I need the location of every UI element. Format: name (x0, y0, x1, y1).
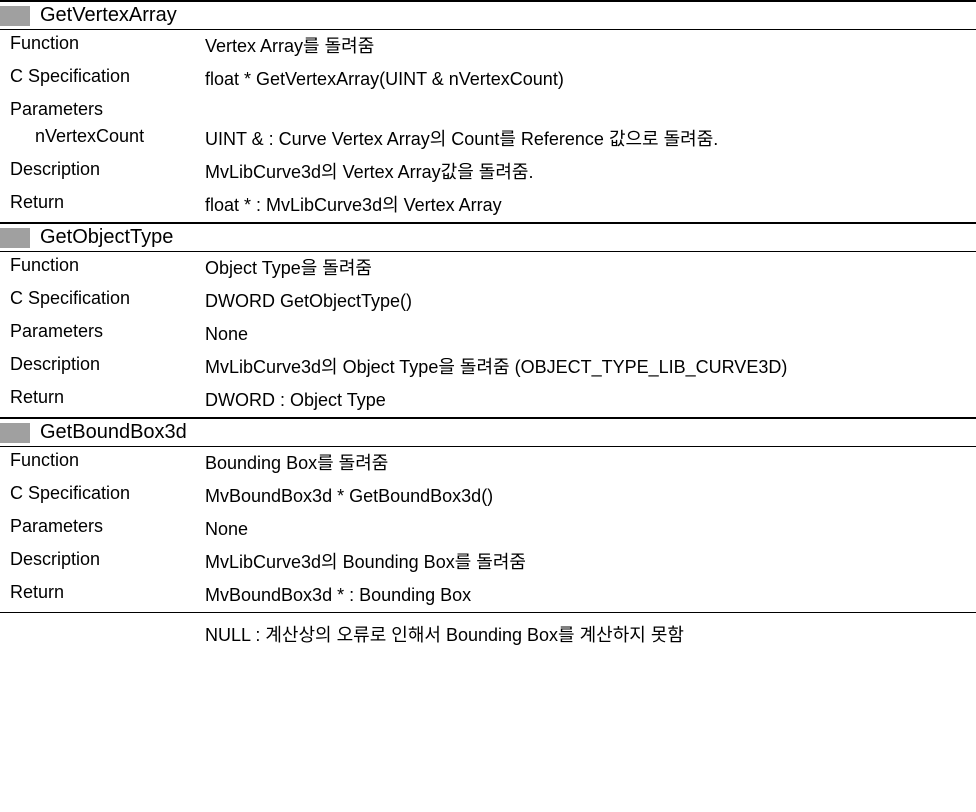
row-value: NULL : 계산상의 오류로 인해서 Bounding Box를 계산하지 못… (205, 622, 976, 649)
row-label: Parameters (10, 321, 205, 342)
doc-row: Function Vertex Array를 돌려줌 (0, 30, 976, 63)
doc-row: Return MvBoundBox3d * : Bounding Box (0, 579, 976, 613)
doc-row: C Specification float * GetVertexArray(U… (0, 63, 976, 96)
doc-row: Parameters (0, 96, 976, 123)
doc-row: Return DWORD : Object Type (0, 384, 976, 417)
row-label: C Specification (10, 66, 205, 87)
doc-row: Function Object Type을 돌려줌 (0, 252, 976, 285)
section-header-getobjecttype: GetObjectType (0, 222, 976, 252)
section-title: GetVertexArray (40, 4, 177, 27)
row-value: None (205, 321, 976, 348)
row-value: MvBoundBox3d * GetBoundBox3d() (205, 483, 976, 510)
section-title: GetObjectType (40, 226, 173, 249)
row-value: Bounding Box를 돌려줌 (205, 450, 976, 477)
doc-row: NULL : 계산상의 오류로 인해서 Bounding Box를 계산하지 못… (0, 619, 976, 652)
row-label: Description (10, 354, 205, 375)
row-value: Object Type을 돌려줌 (205, 255, 976, 282)
row-value: DWORD GetObjectType() (205, 288, 976, 315)
doc-row: Description MvLibCurve3d의 Object Type을 돌… (0, 351, 976, 384)
doc-row: Function Bounding Box를 돌려줌 (0, 447, 976, 480)
doc-row: nVertexCount UINT & : Curve Vertex Array… (0, 123, 976, 156)
row-label: Function (10, 33, 205, 54)
doc-row: C Specification DWORD GetObjectType() (0, 285, 976, 318)
doc-row: C Specification MvBoundBox3d * GetBoundB… (0, 480, 976, 513)
row-label: Return (10, 192, 205, 213)
row-label: Description (10, 159, 205, 180)
section-header-getvertexarray: GetVertexArray (0, 0, 976, 30)
row-value: None (205, 516, 976, 543)
row-label: Parameters (10, 99, 205, 120)
row-value: MvBoundBox3d * : Bounding Box (205, 582, 976, 609)
doc-row: Description MvLibCurve3d의 Bounding Box를 … (0, 546, 976, 579)
row-value: float * GetVertexArray(UINT & nVertexCou… (205, 66, 976, 93)
row-value: DWORD : Object Type (205, 387, 976, 414)
row-value: Vertex Array를 돌려줌 (205, 33, 976, 60)
row-label: Return (10, 387, 205, 408)
row-value: MvLibCurve3d의 Bounding Box를 돌려줌 (205, 549, 976, 576)
row-label: Return (10, 582, 205, 603)
row-label: Parameters (10, 516, 205, 537)
section-title: GetBoundBox3d (40, 421, 187, 444)
row-label: nVertexCount (10, 126, 205, 147)
doc-row: Description MvLibCurve3d의 Vertex Array값을… (0, 156, 976, 189)
section-header-getboundbox3d: GetBoundBox3d (0, 417, 976, 447)
doc-row: Parameters None (0, 318, 976, 351)
doc-row: Return float * : MvLibCurve3d의 Vertex Ar… (0, 189, 976, 222)
doc-row: Parameters None (0, 513, 976, 546)
row-value: UINT & : Curve Vertex Array의 Count를 Refe… (205, 126, 976, 153)
row-label: C Specification (10, 288, 205, 309)
row-value: MvLibCurve3d의 Vertex Array값을 돌려줌. (205, 159, 976, 186)
section-marker (0, 6, 30, 26)
row-label: Description (10, 549, 205, 570)
row-label: C Specification (10, 483, 205, 504)
row-value: float * : MvLibCurve3d의 Vertex Array (205, 192, 976, 219)
section-marker (0, 228, 30, 248)
row-label: Function (10, 255, 205, 276)
section-marker (0, 423, 30, 443)
row-value: MvLibCurve3d의 Object Type을 돌려줌 (OBJECT_T… (205, 354, 976, 381)
row-label: Function (10, 450, 205, 471)
